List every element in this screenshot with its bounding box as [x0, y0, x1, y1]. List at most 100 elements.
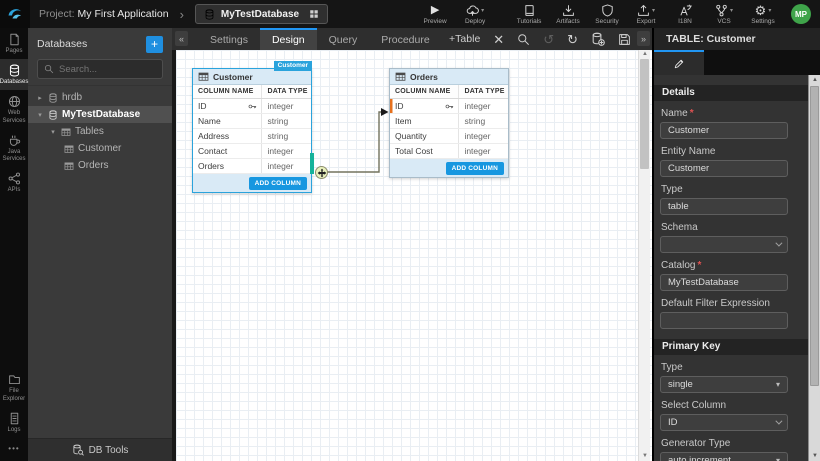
scroll-up-arrow[interactable]: ▲	[639, 50, 651, 59]
column-row-id[interactable]: ID integer	[390, 99, 508, 114]
panel-title: Databases	[37, 38, 87, 50]
scroll-down-arrow[interactable]: ▼	[809, 451, 820, 461]
table-card-header[interactable]: Customer	[193, 69, 311, 85]
preview-button[interactable]: ▶ Preview	[420, 4, 450, 25]
scroll-up-arrow[interactable]: ▲	[809, 75, 820, 85]
type-input[interactable]: table	[660, 198, 788, 215]
user-avatar[interactable]: MP	[791, 4, 811, 24]
caret-down-icon: ▾	[776, 381, 780, 389]
save-button[interactable]	[618, 33, 631, 46]
nav-pages[interactable]: Pages	[0, 28, 28, 59]
scrollbar-thumb[interactable]	[640, 59, 649, 169]
nav-java-services[interactable]: Java Services	[0, 129, 28, 167]
nav-logs[interactable]: Logs	[0, 407, 28, 438]
undo-button[interactable]: ↺	[543, 33, 554, 46]
i18n-button[interactable]: I18N	[670, 4, 700, 25]
table-card-header[interactable]: Orders	[390, 69, 508, 85]
add-column-button[interactable]: ADD COLUMN	[249, 177, 307, 190]
required-asterisk: *	[697, 260, 701, 271]
add-column-button[interactable]: ADD COLUMN	[446, 162, 504, 175]
expand-panel-button[interactable]: »	[637, 31, 650, 46]
tab-menu-icon[interactable]	[309, 9, 319, 19]
column-row-item[interactable]: Item string	[390, 114, 508, 129]
column-row-quantity[interactable]: Quantity integer	[390, 129, 508, 144]
database-icon	[48, 93, 58, 103]
nav-apis[interactable]: APIs	[0, 167, 28, 198]
table-card-orders[interactable]: Orders COLUMN NAME DATA TYPE ID integer …	[389, 68, 509, 178]
db-tools-button[interactable]: DB Tools	[28, 438, 172, 461]
add-database-button[interactable]: +	[146, 36, 163, 53]
tree-item-hrdb[interactable]: ▸ hrdb	[28, 89, 172, 106]
schema-select[interactable]	[660, 236, 788, 253]
column-header-row: COLUMN NAME DATA TYPE	[390, 85, 508, 99]
tab-design[interactable]: Design	[260, 28, 317, 50]
db-tools-icon	[72, 444, 84, 456]
project-name[interactable]: My First Application	[78, 8, 169, 20]
toolbar-actions: +Table ✕ ↺ ↻	[449, 28, 635, 50]
app-logo[interactable]	[0, 0, 30, 28]
column-row-orders[interactable]: Orders integer	[193, 159, 311, 174]
tab-settings[interactable]: Settings	[198, 28, 260, 50]
open-database-tab[interactable]: MyTestDatabase	[195, 4, 328, 24]
more-options-icon[interactable]: •••	[0, 438, 28, 459]
scrollbar-thumb[interactable]	[810, 86, 819, 386]
default-filter-input[interactable]	[660, 312, 788, 329]
rail-bottom-group: File Explorer Logs •••	[0, 368, 28, 459]
field-generator-type: Generator Type auto increment ▾	[660, 438, 788, 461]
canvas-vertical-scrollbar[interactable]: ▲ ▼	[638, 50, 650, 461]
redo-button[interactable]: ↻	[567, 33, 578, 46]
tree-item-mytestdatabase[interactable]: ▾ MyTestDatabase	[28, 106, 172, 123]
scroll-down-arrow[interactable]: ▼	[639, 452, 651, 461]
pk-type-select[interactable]: single ▾	[660, 376, 788, 393]
tab-edit[interactable]	[654, 50, 704, 75]
tutorials-button[interactable]: Tutorials	[514, 4, 544, 25]
nav-file-explorer[interactable]: File Explorer	[0, 368, 28, 406]
export-button[interactable]: ▾ Export	[631, 4, 661, 25]
catalog-input[interactable]: MyTestDatabase	[660, 274, 788, 291]
pk-column-select[interactable]: ID	[660, 414, 788, 431]
name-input[interactable]: Customer	[660, 122, 788, 139]
table-card-customer[interactable]: Customer Customer COLUMN NAME DATA TYPE …	[192, 68, 312, 193]
column-row-contact[interactable]: Contact integer	[193, 144, 311, 159]
vcs-button[interactable]: ▾ VCS	[709, 4, 739, 25]
table-icon	[64, 144, 74, 154]
database-search[interactable]	[37, 59, 163, 79]
reimport-db-button[interactable]	[591, 32, 605, 46]
nav-web-services[interactable]: Web Services	[0, 90, 28, 128]
generator-type-select[interactable]: auto increment ▾	[660, 452, 788, 461]
artifacts-button[interactable]: Artifacts	[553, 4, 583, 25]
delete-button[interactable]: ✕	[493, 33, 504, 46]
tree-item-customer[interactable]: Customer	[28, 140, 172, 157]
field-catalog: Catalog* MyTestDatabase	[660, 260, 788, 291]
top-bar: Project: My First Application › MyTestDa…	[0, 0, 820, 28]
column-row-address[interactable]: Address string	[193, 129, 311, 144]
column-row-name[interactable]: Name string	[193, 114, 311, 129]
entity-name-input[interactable]: Customer	[660, 160, 788, 177]
database-search-input[interactable]	[59, 64, 156, 75]
expander-expanded-icon[interactable]: ▾	[49, 128, 57, 136]
collapse-panel-button[interactable]: «	[175, 31, 188, 46]
column-row-total-cost[interactable]: Total Cost integer	[390, 144, 508, 159]
expander-collapsed-icon[interactable]: ▸	[36, 94, 44, 102]
security-button[interactable]: Security	[592, 4, 622, 25]
table-icon	[64, 161, 74, 171]
deploy-button[interactable]: ▾ Deploy	[460, 4, 490, 25]
expander-expanded-icon[interactable]: ▾	[36, 111, 44, 119]
tab-procedure[interactable]: Procedure	[369, 28, 441, 50]
search-icon	[44, 64, 54, 74]
connector-move-handle[interactable]	[315, 166, 328, 179]
tree-item-tables[interactable]: ▾ Tables	[28, 123, 172, 140]
search-button[interactable]	[517, 33, 530, 46]
tab-query[interactable]: Query	[317, 28, 370, 50]
column-row-id[interactable]: ID integer	[193, 99, 311, 114]
add-table-button[interactable]: +Table	[449, 33, 480, 45]
settings-button[interactable]: ⚙ ▾ Settings	[748, 4, 778, 25]
schema-design-canvas[interactable]: Customer Customer COLUMN NAME DATA TYPE …	[172, 50, 652, 461]
inspector-vertical-scrollbar[interactable]: ▲ ▼	[808, 75, 820, 461]
nav-databases[interactable]: Databases	[0, 59, 28, 90]
primary-key-icon	[445, 102, 454, 111]
designer-tabs: Settings Design Query Procedure	[198, 28, 442, 50]
relation-drag-handle[interactable]	[310, 153, 314, 174]
designer-toolbar: « Settings Design Query Procedure +Table…	[172, 28, 652, 50]
tree-item-orders[interactable]: Orders	[28, 157, 172, 174]
